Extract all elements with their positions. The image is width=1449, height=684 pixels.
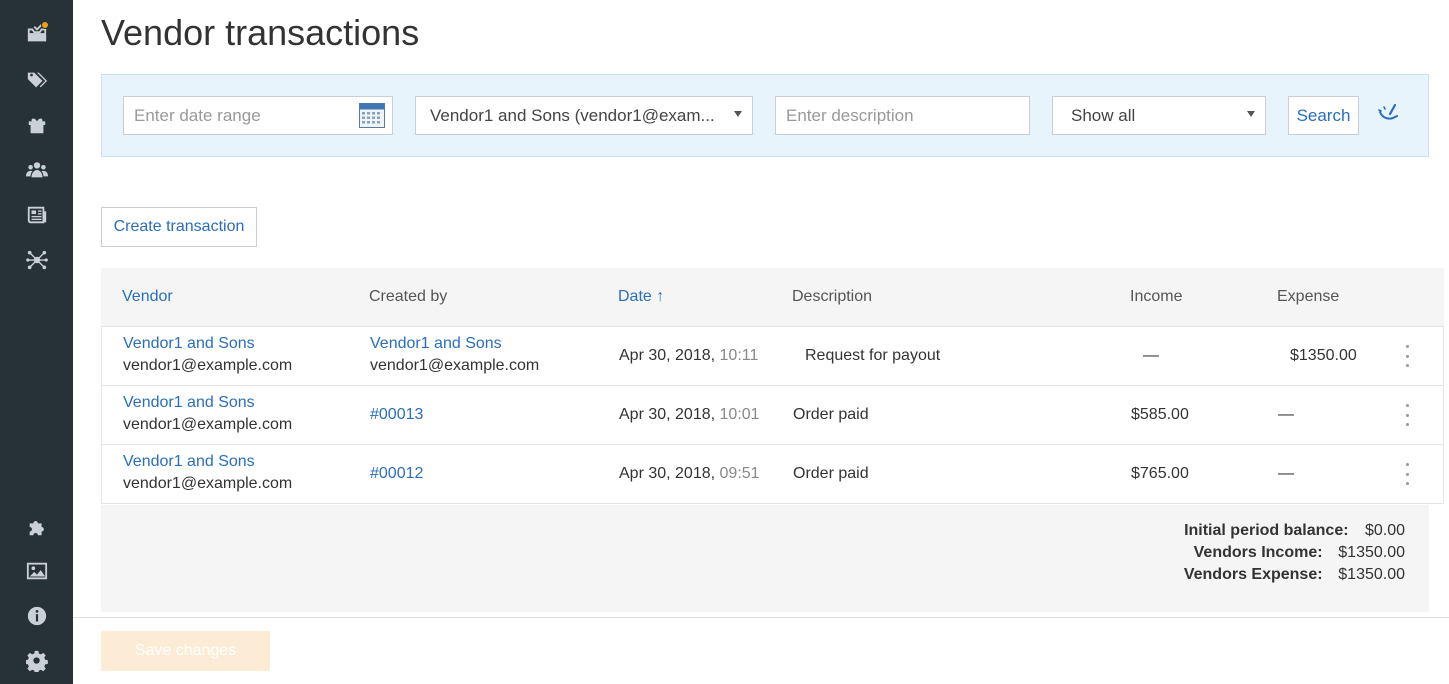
row-menu-icon[interactable] <box>1406 404 1410 426</box>
vendors-expense-line: Vendors Expense: $1350.00 <box>1184 566 1405 584</box>
initial-balance-line: Initial period balance: $0.00 <box>1184 522 1405 540</box>
transactions-table: Vendor Created by Date ↑ Description Inc… <box>101 268 1444 504</box>
calendar-icon[interactable] <box>359 103 385 128</box>
type-select-value: Show all <box>1071 105 1136 125</box>
description-placeholder: Enter description <box>786 105 914 125</box>
date-cell: Apr 30, 2018, 10:01 <box>619 406 760 424</box>
table-row: Vendor1 and Sons vendor1@example.com #00… <box>101 386 1444 445</box>
order-link[interactable]: #00013 <box>370 406 423 424</box>
description-cell: Request for payout <box>805 347 941 364</box>
gear-icon[interactable] <box>24 648 49 673</box>
vendors-income-label: Vendors Income: <box>1193 544 1323 561</box>
expense-cell: — <box>1278 406 1294 423</box>
table-row: Vendor1 and Sons vendor1@example.com Ven… <box>101 327 1444 386</box>
orders-icon[interactable] <box>24 21 49 46</box>
description-input[interactable]: Enter description <box>775 96 1030 135</box>
row-menu-icon[interactable] <box>1406 345 1410 367</box>
vendors-income-value: $1350.00 <box>1338 544 1405 561</box>
date-value: Apr 30, 2018, <box>619 347 716 364</box>
notification-dot <box>41 21 49 29</box>
expense-cell: — <box>1278 465 1294 482</box>
time-value: 10:11 <box>719 347 759 364</box>
info-icon[interactable] <box>24 603 49 628</box>
order-link[interactable]: #00012 <box>370 465 423 483</box>
time-value: 10:01 <box>719 406 760 423</box>
sidebar <box>0 0 73 684</box>
header-description: Description <box>792 288 873 305</box>
vendor-select[interactable]: Vendor1 and Sons (vendor1@exam... <box>415 96 753 135</box>
created-by-email: vendor1@example.com <box>370 357 540 374</box>
totals-panel: Initial period balance: $0.00 Vendors In… <box>101 505 1429 612</box>
clear-filters-icon[interactable] <box>1375 102 1403 130</box>
date-range-input[interactable]: Enter date range <box>123 96 393 135</box>
type-select[interactable]: Show all <box>1052 96 1266 135</box>
header-date[interactable]: Date ↑ <box>618 288 664 306</box>
header-vendor[interactable]: Vendor <box>122 288 173 306</box>
income-cell: $765.00 <box>1131 465 1189 482</box>
vendor-name-link[interactable]: Vendor1 and Sons <box>123 394 255 412</box>
header-expense: Expense <box>1277 288 1340 305</box>
page-title: Vendor transactions <box>101 12 420 53</box>
vendor-name-link[interactable]: Vendor1 and Sons <box>123 453 255 471</box>
date-cell: Apr 30, 2018, 10:11 <box>619 347 758 365</box>
initial-balance-label: Initial period balance: <box>1184 522 1349 539</box>
description-cell: Order paid <box>793 406 869 423</box>
vendor-email: vendor1@example.com <box>123 416 293 433</box>
footer-divider <box>73 617 1449 618</box>
news-icon[interactable] <box>24 202 49 227</box>
created-by-link[interactable]: Vendor1 and Sons <box>370 335 502 353</box>
users-icon[interactable] <box>24 157 49 182</box>
description-cell: Order paid <box>793 465 869 482</box>
date-range-placeholder: Enter date range <box>134 105 261 125</box>
date-value: Apr 30, 2018, <box>619 406 716 423</box>
vendors-income-line: Vendors Income: $1350.00 <box>1194 544 1405 562</box>
date-value: Apr 30, 2018, <box>619 465 716 482</box>
tags-icon[interactable] <box>24 67 49 92</box>
income-cell: — <box>1143 347 1159 364</box>
network-icon[interactable] <box>24 247 49 272</box>
chevron-down-icon <box>1247 111 1255 117</box>
filter-bar: Enter date range Vendor1 and Sons (vendo… <box>101 74 1429 157</box>
vendor-select-value: Vendor1 and Sons (vendor1@exam... <box>430 105 715 125</box>
date-cell: Apr 30, 2018, 09:51 <box>619 465 760 483</box>
vendor-name-link[interactable]: Vendor1 and Sons <box>123 335 255 353</box>
header-created-by: Created by <box>369 288 448 305</box>
table-header: Vendor Created by Date ↑ Description Inc… <box>101 268 1444 327</box>
search-button[interactable]: Search <box>1288 96 1359 135</box>
initial-balance-value: $0.00 <box>1364 522 1405 539</box>
row-menu-icon[interactable] <box>1406 463 1410 485</box>
save-changes-button[interactable]: Save changes <box>101 631 270 671</box>
table-row: Vendor1 and Sons vendor1@example.com #00… <box>101 445 1444 504</box>
expense-cell: $1350.00 <box>1290 347 1357 364</box>
gift-icon[interactable] <box>24 112 49 137</box>
income-cell: $585.00 <box>1131 406 1189 423</box>
create-transaction-button[interactable]: Create transaction <box>101 207 257 247</box>
vendors-expense-label: Vendors Expense: <box>1183 566 1323 583</box>
vendor-email: vendor1@example.com <box>123 357 293 374</box>
puzzle-icon[interactable] <box>24 514 49 539</box>
image-icon[interactable] <box>24 558 49 583</box>
time-value: 09:51 <box>719 465 760 482</box>
chevron-down-icon <box>734 111 742 117</box>
vendors-expense-value: $1350.00 <box>1338 566 1405 583</box>
header-income: Income <box>1130 288 1183 305</box>
vendor-email: vendor1@example.com <box>123 475 293 492</box>
